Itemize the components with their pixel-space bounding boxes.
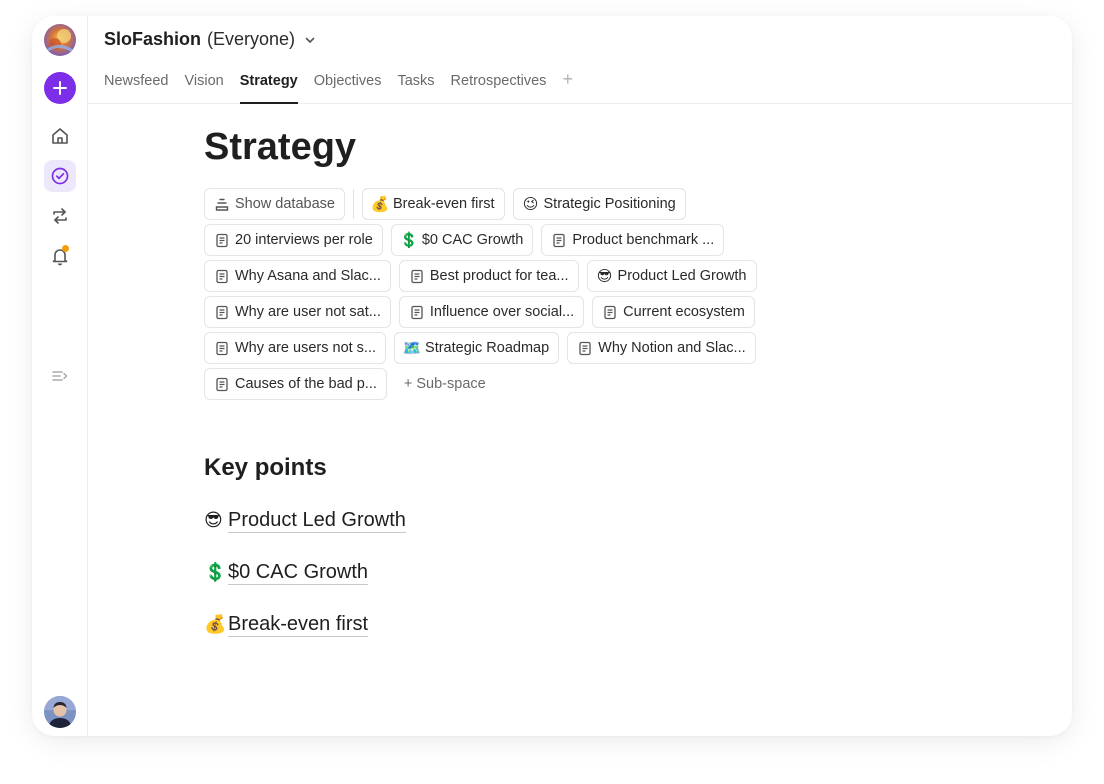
page-title: Strategy	[204, 126, 357, 168]
chip-why-are-user-not-satisfied[interactable]: Why are user not sat...	[204, 296, 391, 328]
document-icon	[214, 340, 230, 356]
notification-badge	[62, 245, 69, 252]
chip-label: Product benchmark ...	[572, 232, 715, 248]
nav-home[interactable]	[44, 120, 76, 152]
chip-label: Why Asana and Slac...	[235, 268, 381, 284]
nav-sync[interactable]	[44, 200, 76, 232]
chip-product-led-growth[interactable]: 😎 Product Led Growth	[586, 260, 757, 292]
add-subspace-button[interactable]: + Sub-space	[394, 368, 495, 400]
document-icon	[409, 268, 425, 284]
expand-menu-icon	[52, 371, 68, 381]
key-point-item: 😎 Product Led Growth	[204, 506, 1024, 534]
chip-label: Why are user not sat...	[235, 304, 381, 320]
plus-icon	[53, 81, 67, 95]
tab-vision[interactable]: Vision	[184, 72, 223, 104]
document-icon	[214, 304, 230, 320]
document-icon	[551, 232, 567, 248]
sidebar-expand-button[interactable]	[44, 360, 76, 392]
document-icon	[214, 268, 230, 284]
chip-label: Why Notion and Slac...	[598, 340, 746, 356]
chip-label: Influence over social...	[429, 304, 575, 320]
tab-retrospectives[interactable]: Retrospectives	[451, 72, 547, 104]
add-tab-button[interactable]: +	[562, 69, 573, 90]
database-icon	[214, 196, 230, 212]
chip-best-product-for-teams[interactable]: Best product for tea...	[398, 260, 579, 292]
key-point-link-0-cac-growth[interactable]: $0 CAC Growth	[228, 560, 369, 585]
space-switcher[interactable]: SloFashion (Everyone)	[104, 29, 317, 50]
repeat-icon	[53, 208, 67, 224]
chip-label: Product Led Growth	[617, 268, 747, 284]
document-icon	[214, 232, 230, 248]
chip-product-benchmark[interactable]: Product benchmark ...	[541, 224, 725, 256]
page-content: Strategy Show database 💰 Break-even firs…	[204, 112, 1024, 662]
chip-current-ecosystem[interactable]: Current ecosystem	[592, 296, 755, 328]
money-bag-icon: 💰	[370, 196, 390, 213]
document-icon	[409, 304, 425, 320]
chevron-down-icon	[305, 37, 315, 43]
tab-strategy[interactable]: Strategy	[239, 72, 298, 104]
user-avatar[interactable]	[44, 696, 76, 728]
chip-label: Strategic Positioning	[543, 196, 676, 212]
key-points-list: 😎 Product Led Growth 💲 $0 CAC Growth 💰 B…	[204, 506, 1024, 638]
tab-objectives[interactable]: Objectives	[314, 72, 382, 104]
key-points-heading: Key points	[204, 454, 327, 481]
chip-label: Best product for tea...	[429, 268, 569, 284]
money-bag-icon: 💰	[204, 613, 227, 634]
chip-0-cac-growth[interactable]: 💲 $0 CAC Growth	[390, 224, 534, 256]
dollar-icon: 💲	[399, 232, 419, 249]
sunglasses-face-icon: 😎	[204, 509, 223, 530]
chip-strategic-positioning[interactable]: 😉 Strategic Positioning	[512, 188, 686, 220]
workspace-avatar[interactable]	[44, 24, 76, 56]
show-database-button[interactable]: Show database	[204, 188, 345, 220]
chip-label: Why are users not s...	[235, 340, 377, 356]
document-icon	[214, 376, 230, 392]
key-point-item: 💲 $0 CAC Growth	[204, 558, 1024, 586]
header: SloFashion (Everyone) Newsfeed Vision St…	[88, 16, 1072, 104]
key-point-link-product-led-growth[interactable]: Product Led Growth	[228, 508, 406, 533]
chip-label: Strategic Roadmap	[425, 340, 550, 356]
space-name: SloFashion	[104, 29, 202, 49]
chip-why-notion-and-slack[interactable]: Why Notion and Slac...	[567, 332, 756, 364]
chip-label: Current ecosystem	[623, 304, 745, 320]
key-point-link-break-even-first[interactable]: Break-even first	[228, 612, 369, 637]
key-point-item: 💰 Break-even first	[204, 610, 1024, 638]
sidebar	[32, 16, 88, 736]
tab-bar: Newsfeed Vision Strategy Objectives Task…	[104, 69, 573, 104]
document-icon	[602, 304, 618, 320]
chip-20-interviews-per-role[interactable]: 20 interviews per role	[204, 224, 383, 256]
home-icon	[52, 128, 68, 144]
world-map-icon: 🗺️	[402, 340, 422, 357]
tab-tasks[interactable]: Tasks	[397, 72, 434, 104]
nav-tasks[interactable]	[44, 160, 76, 192]
dollar-icon: 💲	[204, 561, 227, 582]
chip-break-even-first[interactable]: 💰 Break-even first	[361, 188, 505, 220]
chip-label: Show database	[235, 196, 335, 212]
chip-causes-of-the-bad[interactable]: Causes of the bad p...	[204, 368, 387, 400]
chip-why-asana-and-slack[interactable]: Why Asana and Slac...	[204, 260, 391, 292]
chip-influence-over-social[interactable]: Influence over social...	[398, 296, 585, 328]
create-button[interactable]	[44, 72, 76, 104]
chip-label: Causes of the bad p...	[235, 376, 377, 392]
winking-face-icon: 😉	[522, 196, 539, 213]
check-circle-icon	[51, 167, 69, 185]
space-audience: (Everyone)	[207, 29, 296, 49]
app-window: SloFashion (Everyone) Newsfeed Vision St…	[32, 16, 1072, 736]
chip-strategic-roadmap[interactable]: 🗺️ Strategic Roadmap	[394, 332, 560, 364]
nav-notifications[interactable]	[44, 240, 76, 272]
chip-label: 20 interviews per role	[235, 232, 373, 248]
chip-why-are-users-not-s[interactable]: Why are users not s...	[204, 332, 387, 364]
chip-label: $0 CAC Growth	[421, 232, 524, 248]
sunglasses-face-icon: 😎	[596, 268, 613, 285]
chip-label: Break-even first	[392, 196, 495, 212]
document-icon	[577, 340, 593, 356]
subspace-chips: Show database 💰 Break-even first 😉 Strat…	[204, 188, 804, 400]
chip-divider	[352, 189, 354, 219]
tab-newsfeed[interactable]: Newsfeed	[104, 72, 168, 104]
